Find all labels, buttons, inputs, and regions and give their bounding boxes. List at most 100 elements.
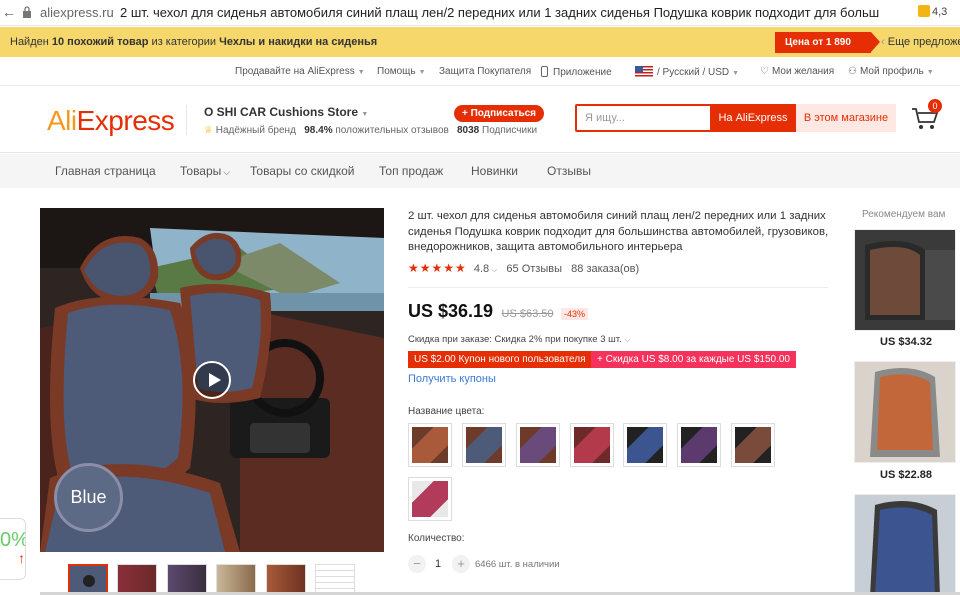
currency-label: USD	[708, 67, 730, 78]
subscribers-text: Подписчики	[482, 125, 538, 136]
nav-reviews[interactable]: Отзывы	[547, 164, 591, 178]
sell-label: Продавайте на AliExpress	[235, 66, 355, 77]
cart-count-badge: 0	[928, 99, 942, 113]
play-video-button[interactable]	[193, 361, 231, 399]
swatch-image	[735, 427, 771, 463]
recommended-item-1[interactable]	[854, 229, 956, 331]
recommended-item-3[interactable]	[854, 494, 956, 595]
thumbnail-5[interactable]	[266, 564, 306, 595]
nav-new[interactable]: Новинки	[471, 164, 518, 178]
nav-top[interactable]: Топ продаж	[379, 164, 443, 178]
play-icon	[83, 575, 95, 587]
lock-icon	[23, 6, 31, 18]
store-discount-coupon[interactable]: + Скидка US $8.00 за каждые US $150.00	[591, 351, 796, 368]
color-swatch-purple-rear[interactable]	[677, 423, 721, 467]
decrease-button[interactable]: −	[408, 555, 426, 573]
search-input[interactable]	[585, 109, 705, 127]
rating-row: ★★★★★ 4.8 ⌵ 65 Отзывы 88 заказа(ов)	[408, 261, 639, 275]
recommended-photo	[855, 230, 955, 330]
thumbnail-image	[118, 565, 156, 594]
swatch-image	[412, 481, 448, 517]
wishlist-link[interactable]: ♡ Мои желания	[760, 66, 834, 77]
color-swatch-blue-rear[interactable]	[623, 423, 667, 467]
extension-rating[interactable]: 4,3	[918, 5, 947, 18]
search-aliexpress-button[interactable]: На AliExpress	[710, 104, 796, 132]
store-category-nav: Главная страница Товары ⌵ Товары со скидк…	[0, 154, 960, 188]
thumbnail-1[interactable]	[68, 564, 108, 595]
back-arrow-icon[interactable]: ←	[2, 4, 16, 20]
color-swatch-red-rear[interactable]	[408, 477, 452, 521]
header-divider	[186, 105, 187, 135]
swatch-image	[681, 427, 717, 463]
notice-category[interactable]: Чехлы и накидки на сиденья	[219, 36, 377, 48]
help-menu[interactable]: Помощь ▼	[377, 66, 426, 77]
order-discount[interactable]: Скидка при заказе: Скидка 2% при покупке…	[408, 334, 630, 345]
reviews-count[interactable]: 65 Отзывы	[506, 263, 562, 275]
more-offers-link[interactable]: Еще предложе	[881, 36, 960, 48]
sell-link[interactable]: Продавайте на AliExpress ▼	[235, 66, 365, 77]
profile-label: Мой профиль	[859, 66, 924, 77]
store-header: AliExpress O SHI CAR Cushions Store ▼ ♕ …	[0, 87, 960, 153]
profile-menu[interactable]: ⚇ Мой профиль ▼	[848, 66, 934, 77]
recommended-item-2[interactable]	[854, 361, 956, 463]
address-domain[interactable]: aliexpress.ru	[40, 5, 114, 20]
thumbnail-image	[168, 565, 206, 594]
search-store-button[interactable]: В этом магазине	[796, 104, 896, 132]
discount-badge: -43%	[560, 308, 588, 320]
nav-products[interactable]: Товары ⌵	[180, 164, 230, 178]
color-swatch-blue[interactable]	[462, 423, 506, 467]
buyer-protection-link[interactable]: Защита Покупателя	[439, 66, 531, 77]
old-price: US $63.50	[501, 308, 554, 320]
nav-home[interactable]: Главная страница	[55, 164, 156, 178]
swatch-image	[574, 427, 610, 463]
new-user-coupon[interactable]: US $2.00 Купон нового пользователя	[408, 351, 592, 368]
thumbnail-4[interactable]	[216, 564, 256, 595]
quantity-value[interactable]: 1	[435, 558, 441, 570]
similar-items-text: Найден 10 похожий товар из категории Чех…	[10, 36, 377, 48]
orders-count: 88 заказа(ов)	[571, 263, 640, 275]
chevron-down-icon: ⌵	[491, 265, 498, 274]
logo-part-2: Express	[76, 105, 175, 136]
color-swatch-brown-rear[interactable]	[731, 423, 775, 467]
notice-count: 10 похожий товар	[51, 36, 149, 48]
page-title: 2 шт. чехол для сиденья автомобиля синий…	[120, 5, 880, 20]
color-swatch-red[interactable]	[570, 423, 614, 467]
price-from-tag[interactable]: Цена от 1 890 руб.	[775, 32, 880, 69]
similar-items-banner: Найден 10 похожий товар из категории Чех…	[0, 27, 960, 69]
price-row: US $36.19 US $63.50 -43%	[408, 301, 588, 322]
get-coupons-link[interactable]: Получить купоны	[408, 373, 496, 385]
chevron-down-icon: ▼	[357, 69, 365, 76]
swatch-image	[412, 427, 448, 463]
color-swatch-brown[interactable]	[408, 423, 452, 467]
thumbnail-6[interactable]	[315, 564, 355, 595]
app-link[interactable]: Приложение	[541, 66, 612, 78]
swatch-image	[520, 427, 556, 463]
aliexpress-logo[interactable]: AliExpress	[47, 105, 175, 137]
side-float-widget[interactable]: 0%↑	[0, 518, 26, 580]
thumbnail-3[interactable]	[167, 564, 207, 595]
increase-button[interactable]: +	[452, 555, 470, 573]
wishlist-label: Мои желания	[771, 66, 835, 77]
current-price: US $36.19	[408, 301, 494, 321]
color-badge: Blue	[54, 463, 123, 532]
positive-text: положительных отзывов	[335, 125, 449, 136]
swatch-image	[627, 427, 663, 463]
store-name[interactable]: O SHI CAR Cushions Store ▼	[204, 105, 368, 119]
stock-text: 6466 шт. в наличии	[475, 559, 560, 570]
phone-icon	[541, 66, 548, 77]
language-currency-selector[interactable]: / Русский / USD ▼	[635, 66, 739, 78]
thumbnail-2[interactable]	[117, 564, 157, 595]
notice-middle: из категории	[151, 36, 217, 48]
rating-value[interactable]: 4.8	[474, 263, 489, 275]
chevron-down-icon: ⌵	[624, 335, 631, 344]
color-swatch-purple[interactable]	[516, 423, 560, 467]
side-float-text: 0%	[0, 529, 25, 551]
nav-sale[interactable]: Товары со скидкой	[250, 164, 354, 178]
subscribers-count: 8038	[457, 125, 480, 136]
store-stats: ♕ Надёжный бренд 98.4% положительных отз…	[204, 125, 449, 136]
thumbnail-image	[316, 565, 354, 594]
chevron-down-icon: ⌵	[223, 167, 231, 177]
order-discount-text: Скидка при заказе: Скидка 2% при покупке…	[408, 334, 622, 345]
recommended-price-1: US $34.32	[880, 336, 932, 348]
subscribe-button[interactable]: + Подписаться	[454, 105, 545, 122]
